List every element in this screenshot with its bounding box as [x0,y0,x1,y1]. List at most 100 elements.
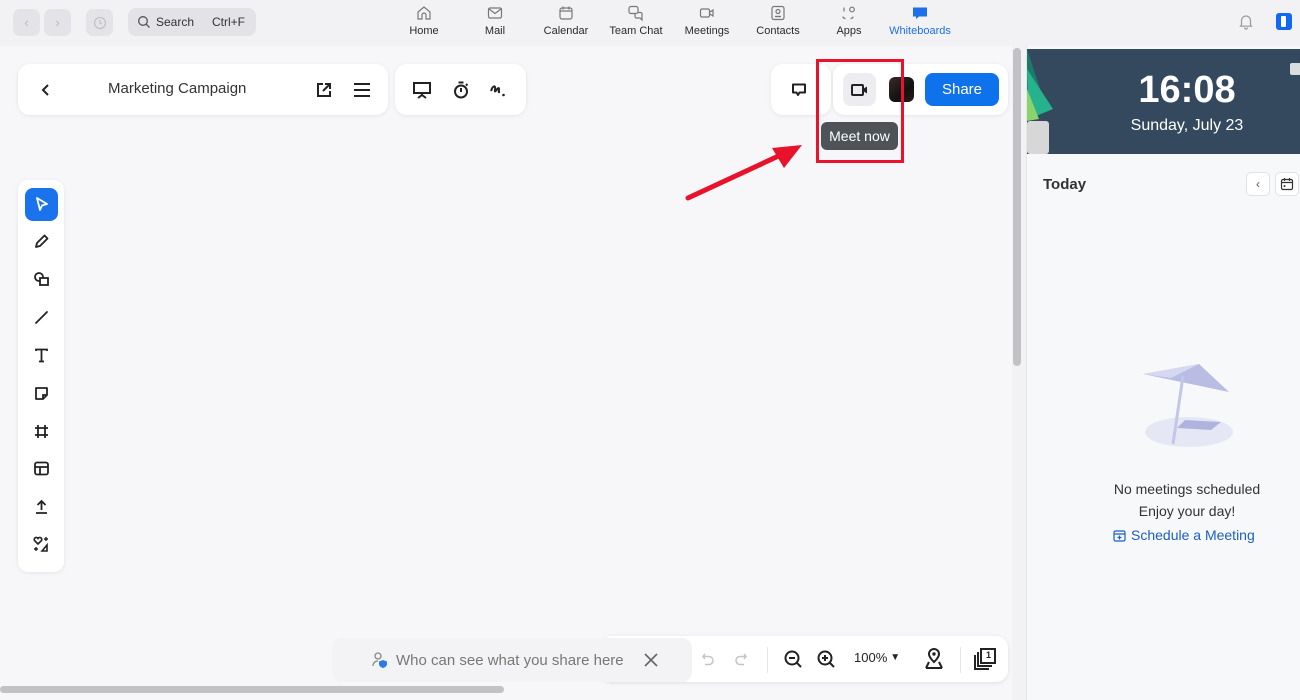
tab-home[interactable]: Home [392,4,456,42]
schedule-meeting-link[interactable]: Schedule a Meeting [1113,527,1255,543]
minimap-button[interactable] [922,647,946,671]
comment-icon [792,83,806,96]
divider [767,647,768,673]
tool-sticky-note[interactable] [25,377,58,410]
gift-icon[interactable] [1290,63,1300,75]
search-icon [138,16,150,28]
apps-icon [842,6,855,20]
zoom-in-button[interactable] [815,648,837,670]
timer-button[interactable] [449,78,473,102]
history-button[interactable] [86,9,113,36]
zoom-in-icon [817,650,835,668]
previous-day-button[interactable]: ‹ [1246,172,1270,196]
schedule-meeting-text: Schedule a Meeting [1131,527,1255,543]
tool-template[interactable] [25,452,58,485]
mail-icon [487,7,503,19]
meetings-side-panel: 16:08 Sunday, July 23 Today ‹ No meeting… [1026,46,1300,700]
chevron-left-icon [41,84,49,96]
tab-label: Whiteboards [889,25,951,37]
chevron-left-icon: ‹ [24,15,29,30]
undo-icon [702,653,714,666]
tab-label: Calendar [543,25,589,37]
drawing-toolbar [18,180,64,572]
search-bar[interactable]: Search Ctrl+F [128,8,256,36]
tab-label: Apps [836,25,862,37]
page-count: 1 [986,650,992,660]
tab-apps[interactable]: Apps [816,4,882,42]
redo-button[interactable] [730,648,752,670]
external-link-icon [317,83,331,97]
zoom-out-icon [784,650,802,668]
tab-calendar[interactable]: Calendar [534,4,598,42]
main-tabs: Home Mail Calendar Team Chat Meetings Co… [392,4,958,42]
upload-icon [36,499,47,514]
calendar-icon [559,6,573,20]
tab-label: Team Chat [609,25,663,37]
zoom-out-button[interactable] [782,648,804,670]
search-shortcut: Ctrl+F [212,15,245,29]
tab-label: Contacts [756,25,800,37]
tab-whiteboards[interactable]: Whiteboards [882,4,958,42]
squiggle-pen-icon [490,85,505,97]
notifications-bell-icon[interactable] [1237,12,1255,30]
tool-select[interactable] [25,188,58,221]
contacts-icon [771,5,785,21]
tool-line[interactable] [25,301,58,334]
tool-upload[interactable] [25,490,58,523]
pages-button[interactable]: 1 [972,646,998,672]
tool-pen[interactable] [25,225,58,258]
privacy-notice-text: Who can see what you share here [396,651,624,669]
chevron-left-icon: ‹ [1256,177,1260,191]
board-title[interactable]: Marketing Campaign [108,80,246,97]
pages-icon [974,648,996,670]
tool-text[interactable] [25,339,58,372]
tool-shapes[interactable] [25,263,58,296]
caret-down-icon: ▼ [890,652,901,663]
sticky-note-icon [35,387,48,400]
empty-state-subtitle: Enjoy your day! [1138,503,1236,519]
back-to-boards-button[interactable] [34,78,58,102]
comments-button[interactable] [787,78,811,102]
calendar-picker-button[interactable] [1275,172,1299,196]
chevron-right-icon: › [55,15,60,30]
calendar-icon [1280,178,1294,191]
laser-pointer-button[interactable] [486,78,510,102]
back-button[interactable]: ‹ [13,9,40,36]
redo-icon [735,653,747,666]
tab-mail[interactable]: Mail [456,4,534,42]
forward-button[interactable]: › [44,9,71,36]
beach-umbrella-illustration [1143,364,1233,447]
tab-team-chat[interactable]: Team Chat [598,4,674,42]
tab-contacts[interactable]: Contacts [740,4,816,42]
search-label: Search [156,15,195,29]
present-button[interactable] [410,78,434,102]
zoom-level-dropdown[interactable]: 100% ▼ [854,650,900,665]
top-navigation-bar: ‹ › Search Ctrl+F Home Mail Calendar Tea… [0,0,1300,46]
undo-button[interactable] [697,648,719,670]
clock-banner: 16:08 Sunday, July 23 [1027,49,1300,154]
open-external-button[interactable] [312,78,336,102]
side-panel-toggle-button[interactable] [1276,13,1292,30]
tab-label: Meetings [684,25,730,37]
text-icon [35,348,48,363]
calendar-add-icon [1113,529,1126,542]
tool-frame[interactable] [25,415,58,448]
hamburger-menu-icon [354,83,370,97]
horizontal-scrollbar[interactable] [0,686,504,693]
vertical-scrollbar[interactable] [1013,48,1021,366]
whiteboard-icon [913,7,927,19]
tool-ai-assist[interactable] [25,528,58,561]
tab-label: Mail [484,25,506,37]
line-icon [35,311,48,324]
tab-label: Home [409,25,439,37]
share-button[interactable]: Share [925,73,999,106]
menu-button[interactable] [350,78,374,102]
magic-shapes-icon [33,536,48,552]
close-icon[interactable] [644,653,658,667]
zoom-level-value: 100% [854,650,888,665]
current-date: Sunday, July 23 [1130,117,1244,134]
tab-meetings[interactable]: Meetings [674,4,740,42]
current-time: 16:08 [1138,69,1236,111]
map-pin-icon [925,648,943,669]
today-label: Today [1043,176,1087,193]
